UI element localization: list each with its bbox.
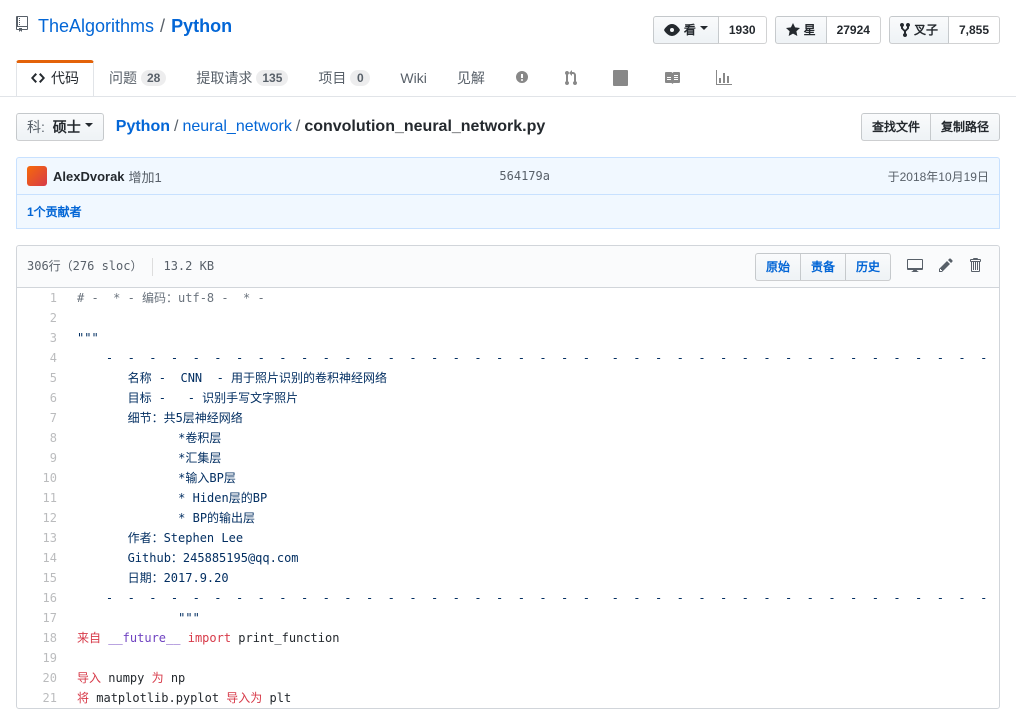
trash-icon bbox=[969, 257, 981, 273]
star-count[interactable]: 27924 bbox=[827, 16, 881, 44]
commit-sha[interactable]: 564179a bbox=[162, 169, 888, 183]
avatar[interactable] bbox=[27, 166, 47, 186]
history-button[interactable]: 历史 bbox=[846, 253, 891, 281]
fork-count[interactable]: 7,855 bbox=[949, 16, 1000, 44]
watch-button[interactable]: 看 bbox=[653, 16, 719, 44]
tab-extra-4[interactable] bbox=[649, 60, 701, 96]
pencil-icon bbox=[939, 257, 953, 273]
tab-wiki[interactable]: Wiki bbox=[385, 60, 441, 96]
graph-icon bbox=[716, 70, 732, 86]
find-file-button[interactable]: 查找文件 bbox=[861, 113, 931, 141]
breadcrumb-root[interactable]: Python bbox=[116, 118, 170, 136]
desktop-button[interactable] bbox=[899, 251, 931, 282]
tab-projects[interactable]: 项目0 bbox=[303, 60, 385, 96]
raw-button[interactable]: 原始 bbox=[755, 253, 801, 281]
code-icon bbox=[31, 70, 45, 86]
blame-button[interactable]: 责备 bbox=[801, 253, 846, 281]
code-viewer[interactable]: 1# - * - 编码：utf-8 - * - 2 3""" 4 - - - -… bbox=[17, 288, 999, 708]
repo-title: TheAlgorithms / Python bbox=[16, 16, 232, 37]
pull-icon bbox=[565, 70, 577, 86]
star-icon bbox=[786, 22, 800, 38]
fork-icon bbox=[900, 22, 910, 38]
commit-author-link[interactable]: AlexDvorak bbox=[53, 169, 125, 184]
project-icon bbox=[613, 70, 628, 86]
tab-extra-2[interactable] bbox=[550, 60, 598, 96]
branch-select[interactable]: 科: 硕士 bbox=[16, 113, 104, 141]
issue-icon bbox=[515, 70, 529, 86]
repo-icon bbox=[16, 16, 32, 37]
eye-icon bbox=[664, 22, 680, 38]
commit-tease: AlexDvorak 增加1 564179a 于2018年10月19日 1个贡献… bbox=[16, 157, 1000, 229]
tab-code[interactable]: 代码 bbox=[16, 60, 94, 96]
fork-button[interactable]: 叉子 bbox=[889, 16, 949, 44]
desktop-icon bbox=[907, 257, 923, 273]
repo-name-link[interactable]: Python bbox=[171, 16, 232, 37]
tab-extra-3[interactable] bbox=[598, 60, 649, 96]
copy-path-button[interactable]: 复制路径 bbox=[931, 113, 1000, 141]
tab-issues[interactable]: 问题28 bbox=[94, 60, 181, 96]
tab-pulls[interactable]: 提取请求135 bbox=[181, 60, 303, 96]
breadcrumb-file: convolution_neural_network.py bbox=[304, 118, 545, 136]
tab-insights[interactable]: 见解 bbox=[442, 60, 500, 96]
tab-extra-1[interactable] bbox=[500, 60, 550, 96]
commit-date: 于2018年10月19日 bbox=[888, 168, 989, 185]
delete-button[interactable] bbox=[961, 251, 989, 282]
file-info: 306行（276 sloc）13.2 KB bbox=[27, 257, 214, 276]
book-icon bbox=[664, 70, 680, 86]
star-button[interactable]: 星 bbox=[775, 16, 827, 44]
commit-message-link[interactable]: 增加1 bbox=[129, 167, 162, 186]
edit-button[interactable] bbox=[931, 251, 961, 282]
breadcrumb-folder[interactable]: neural_network bbox=[182, 118, 291, 136]
contributors-link[interactable]: 1个贡献者 bbox=[27, 205, 82, 219]
repo-owner-link[interactable]: TheAlgorithms bbox=[38, 16, 154, 37]
watch-count[interactable]: 1930 bbox=[719, 16, 767, 44]
repo-nav: 代码 问题28 提取请求135 项目0 Wiki 见解 bbox=[0, 60, 1016, 96]
tab-extra-5[interactable] bbox=[701, 60, 753, 96]
